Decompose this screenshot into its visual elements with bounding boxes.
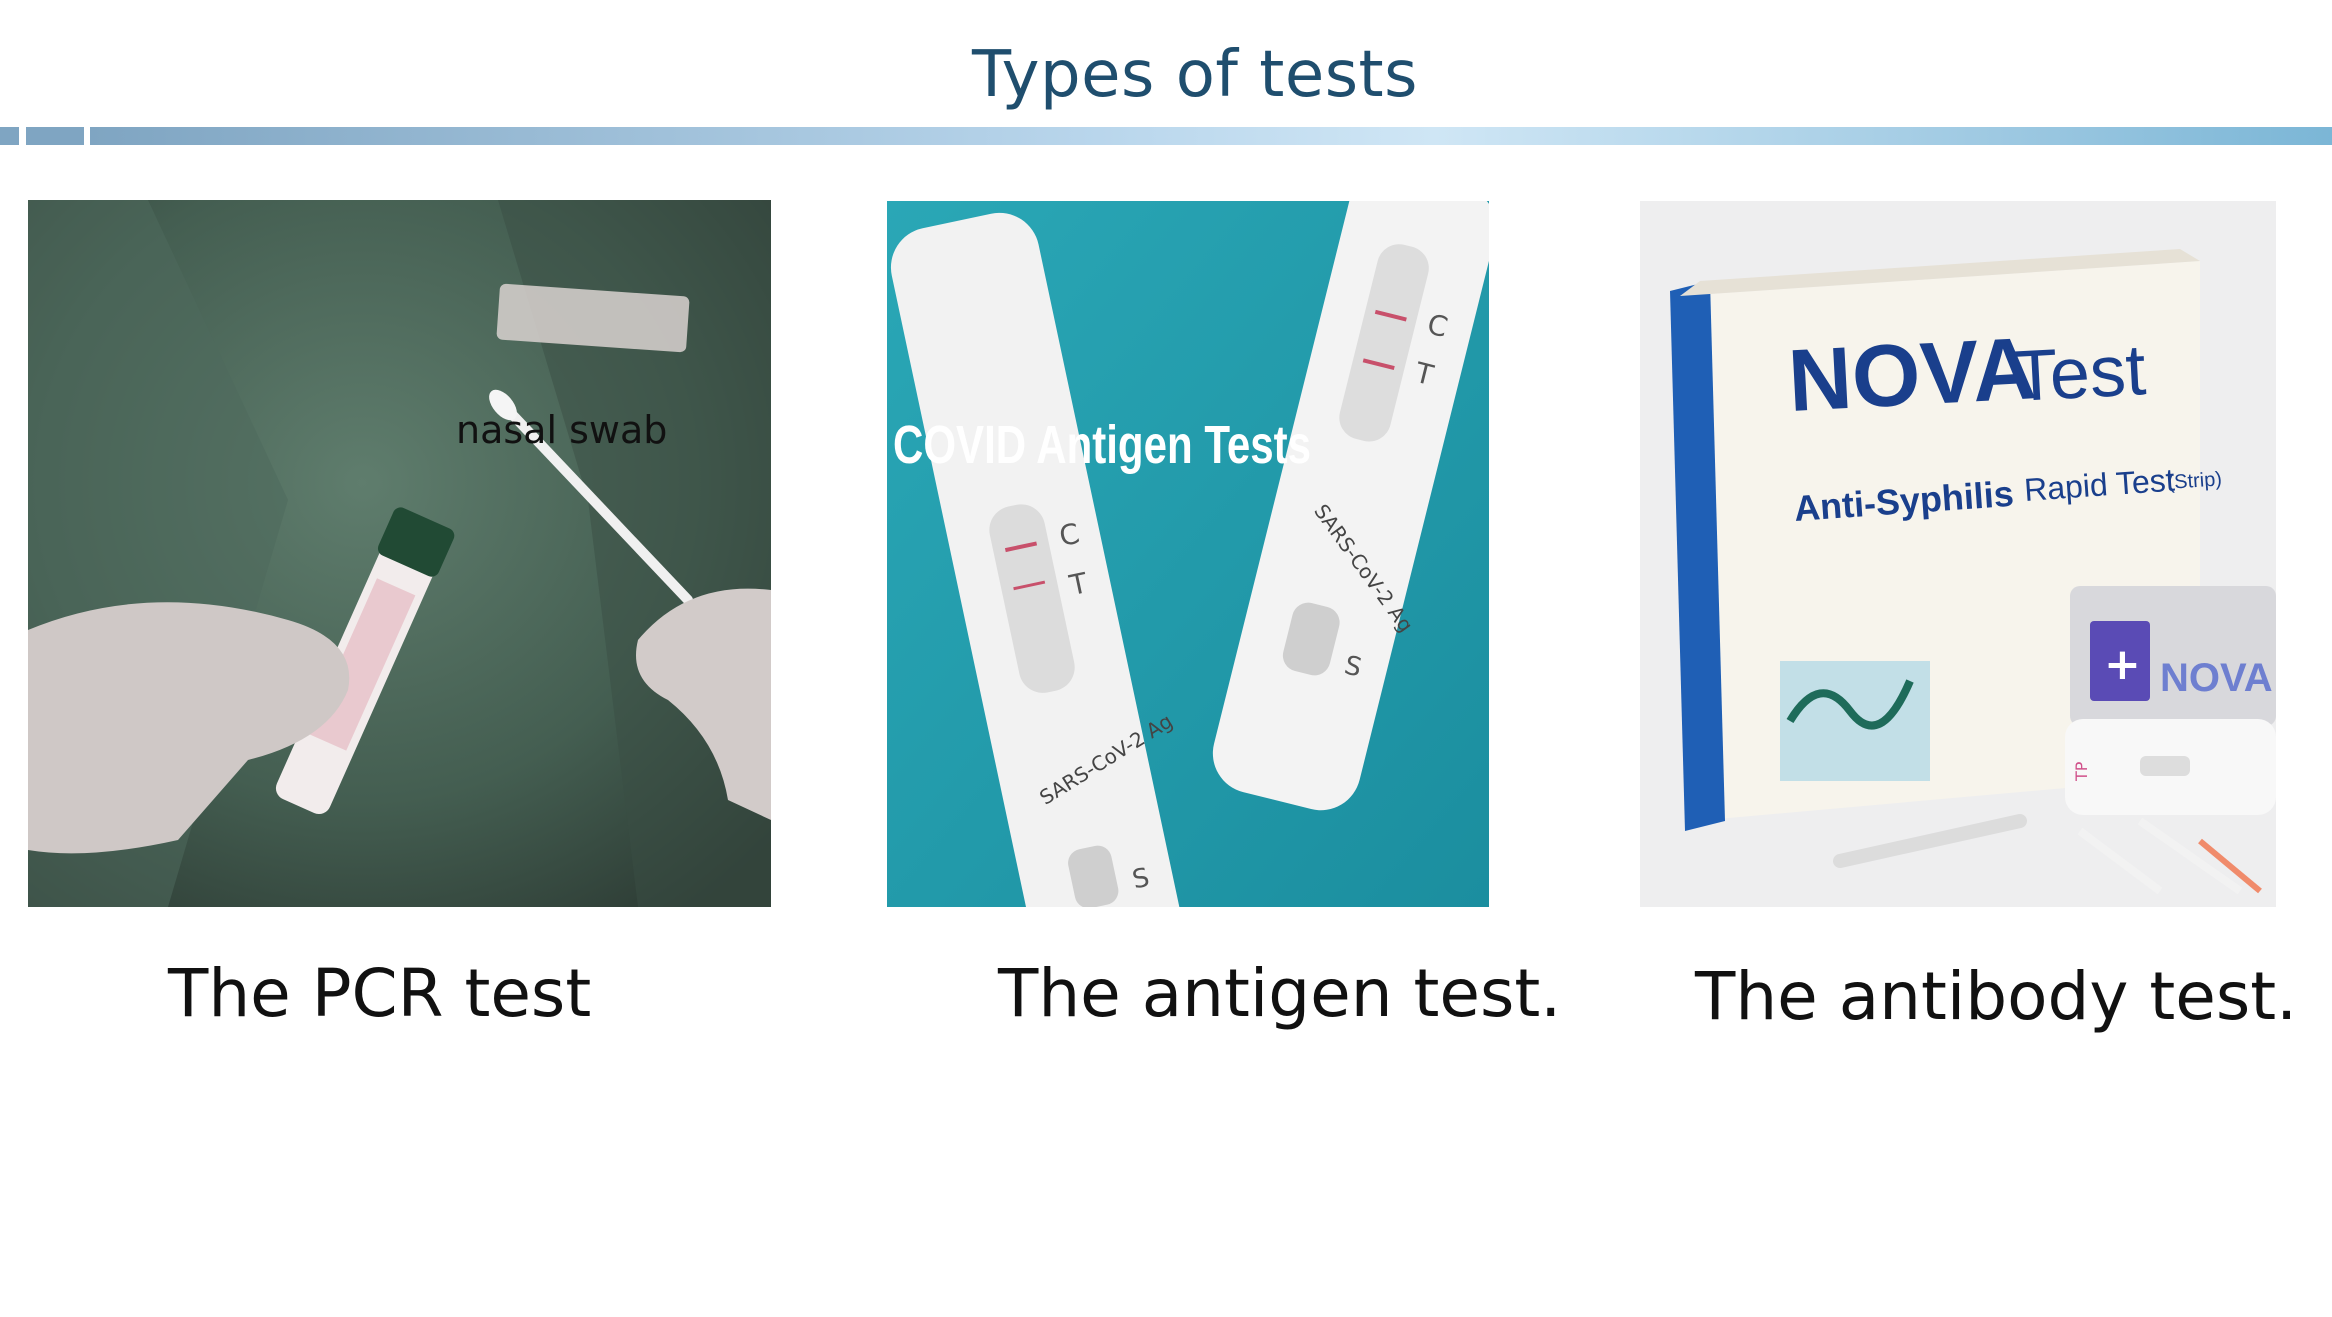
antigen-cassette-photo-icon: C T SARS-CoV-2 Ag S C T SARS-CoV-2 Ag S … [887, 201, 1489, 907]
title-rule-segment [0, 127, 19, 145]
slide: Types of tests nasal swab C T SARS-CoV-2… [0, 0, 2332, 1317]
antibody-kit-photo-icon: NOVA Test Anti-Syphilis Rapid Test (Stri… [1640, 201, 2276, 907]
nova-brand: NOVA [1786, 318, 2039, 430]
antigen-test-image: C T SARS-CoV-2 Ag S C T SARS-CoV-2 Ag S … [887, 201, 1489, 907]
antibody-test-caption: The antibody test. [1695, 958, 2298, 1035]
antibody-test-image: NOVA Test Anti-Syphilis Rapid Test (Stri… [1640, 201, 2276, 907]
svg-text:NOVA: NOVA [2160, 656, 2273, 700]
title-rule-segment [26, 127, 84, 145]
svg-text:(Strip): (Strip) [2167, 468, 2223, 494]
svg-text:TP: TP [2072, 761, 2091, 782]
title-rule-bar [90, 127, 2332, 145]
nasal-swab-label: nasal swab [456, 408, 668, 452]
pcr-swab-photo-icon [28, 200, 771, 907]
pcr-test-image [28, 200, 771, 907]
antigen-image-headline: COVID Antigen Tests [893, 415, 1311, 475]
pcr-test-caption: The PCR test [168, 955, 592, 1032]
svg-text:+: + [2104, 639, 2141, 690]
antigen-test-caption: The antigen test. [998, 955, 1562, 1032]
slide-title: Types of tests [972, 38, 1418, 112]
svg-text:Test: Test [2012, 330, 2148, 417]
